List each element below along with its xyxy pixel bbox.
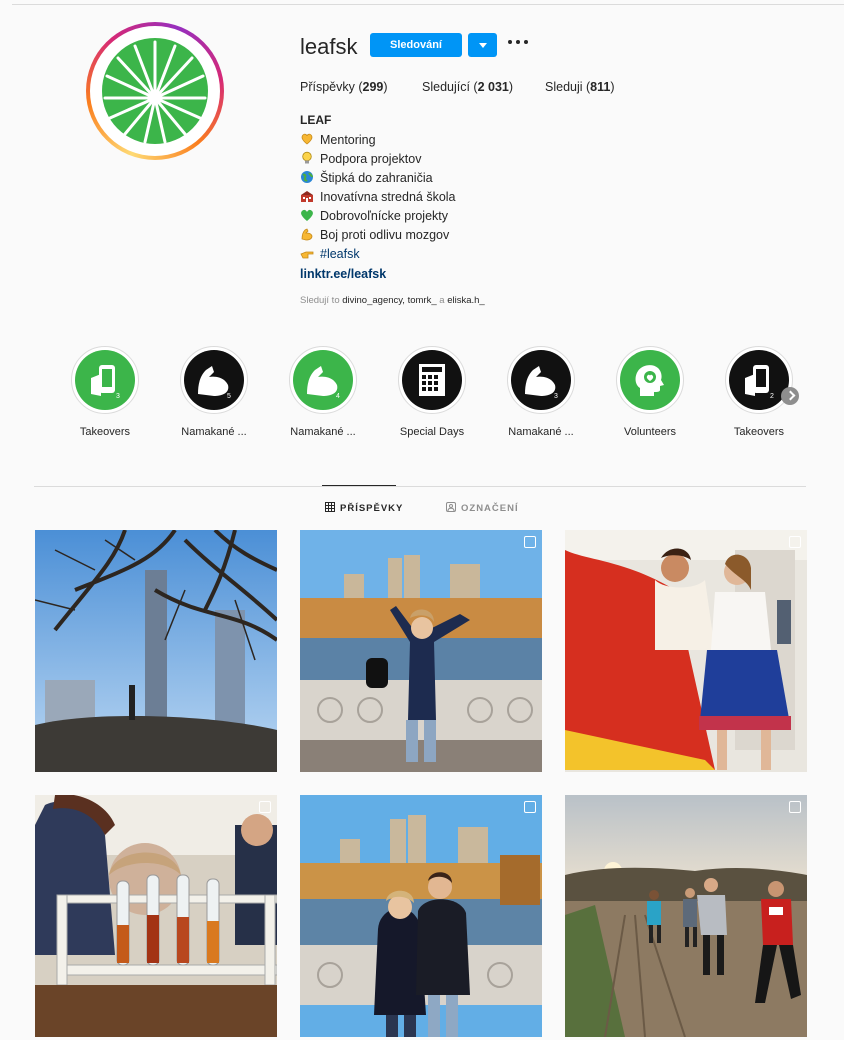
hashtag-link[interactable]: #leafsk [320,247,360,261]
flexed-biceps-icon: 5 [184,350,244,410]
pointing-hand-icon [300,251,314,259]
post-thumbnail[interactable] [565,795,807,1037]
grid-icon [325,502,335,512]
tag-icon [446,502,456,512]
bio-line: Dobrovoľnícke projekty [300,208,448,224]
bio-line: #leafsk [300,246,360,262]
external-link[interactable]: linktr.ee/leafsk [300,267,386,281]
highlight-namakane-2[interactable]: 4 Namakané ... [278,346,368,438]
post-image-tree-skyline [35,530,277,772]
highlight-label: Namakané ... [181,426,247,438]
highlight-label: Takeovers [79,426,131,438]
flexed-biceps-icon: 3 [511,350,571,410]
followed-by-text[interactable]: Sledují to divino_agency, tomrk_ a elisk… [300,295,485,306]
highlight-special-days[interactable]: Special Days [387,346,477,438]
highlight-label: Namakané ... [290,426,356,438]
phone-hand-icon: 3 [75,350,135,410]
carousel-icon [524,801,536,813]
svg-text:3: 3 [554,393,558,400]
profile-avatar[interactable] [86,22,224,160]
profile-full-name: LEAF [300,113,332,127]
active-tab-indicator [322,485,396,486]
more-options-icon[interactable] [508,39,528,45]
highlight-takeovers[interactable]: 3 Takeovers [60,346,150,438]
heart-hands-icon [301,133,313,145]
highlight-label: Takeovers [733,426,785,438]
carousel-icon [789,536,801,548]
post-image-test-tubes [35,795,277,1037]
bio-line: Štipká do zahraničia [300,170,433,186]
carousel-icon [789,801,801,813]
bio-line: Mentoring [300,132,376,148]
profile-username: leafsk [300,34,358,59]
following-button[interactable]: Sledování [370,33,462,57]
bio-line: Podpora projektov [300,151,421,167]
flexed-biceps-icon: 4 [293,350,353,410]
carousel-icon [524,536,536,548]
post-image-jumping-student [300,530,542,772]
svg-text:3: 3 [116,393,120,400]
phone-hand-icon: 2 [729,350,789,410]
highlight-label: Namakané ... [508,426,574,438]
highlight-label: Volunteers [624,426,676,438]
highlight-namakane-3[interactable]: 3 Namakané ... [496,346,586,438]
chevron-down-icon [479,43,487,48]
leaf-logo [90,26,220,156]
carousel-icon [259,801,271,813]
post-image-folk-dancers [565,530,807,772]
tabs-divider [34,486,806,487]
green-heart-icon [301,209,313,221]
bio-line: Boj proti odlivu mozgov [300,227,449,243]
post-thumbnail[interactable] [35,530,277,772]
post-thumbnail[interactable] [300,795,542,1037]
top-divider [12,4,844,5]
calendar-icon [402,350,462,410]
tab-posts[interactable]: PŘÍSPĚVKY [325,502,403,514]
lightbulb-icon [302,151,312,164]
suggestions-dropdown-button[interactable] [468,33,497,57]
head-heart-icon [620,350,680,410]
bio-line: Inovatívna stredná škola [300,189,456,205]
globe-icon [301,171,313,183]
svg-text:2: 2 [770,393,774,400]
svg-text:4: 4 [336,393,340,400]
tab-tagged[interactable]: OZNAČENÍ [446,502,519,514]
post-image-runners [565,795,807,1037]
school-icon [301,191,313,202]
post-thumbnail[interactable] [565,530,807,772]
highlight-namakane-1[interactable]: 5 Namakané ... [169,346,259,438]
post-image-two-students [300,795,542,1037]
posts-count: Příspěvky (299) [300,80,388,94]
post-thumbnail[interactable] [35,795,277,1037]
highlight-label: Special Days [399,426,465,438]
highlights-next-arrow[interactable] [781,387,799,405]
svg-text:5: 5 [227,393,231,400]
following-count[interactable]: Sleduji (811) [545,80,615,94]
chevron-right-icon [785,390,796,401]
flexed-biceps-icon [301,228,313,241]
highlight-volunteers[interactable]: Volunteers [605,346,695,438]
followers-count[interactable]: Sledující (2 031) [422,80,513,94]
post-thumbnail[interactable] [300,530,542,772]
